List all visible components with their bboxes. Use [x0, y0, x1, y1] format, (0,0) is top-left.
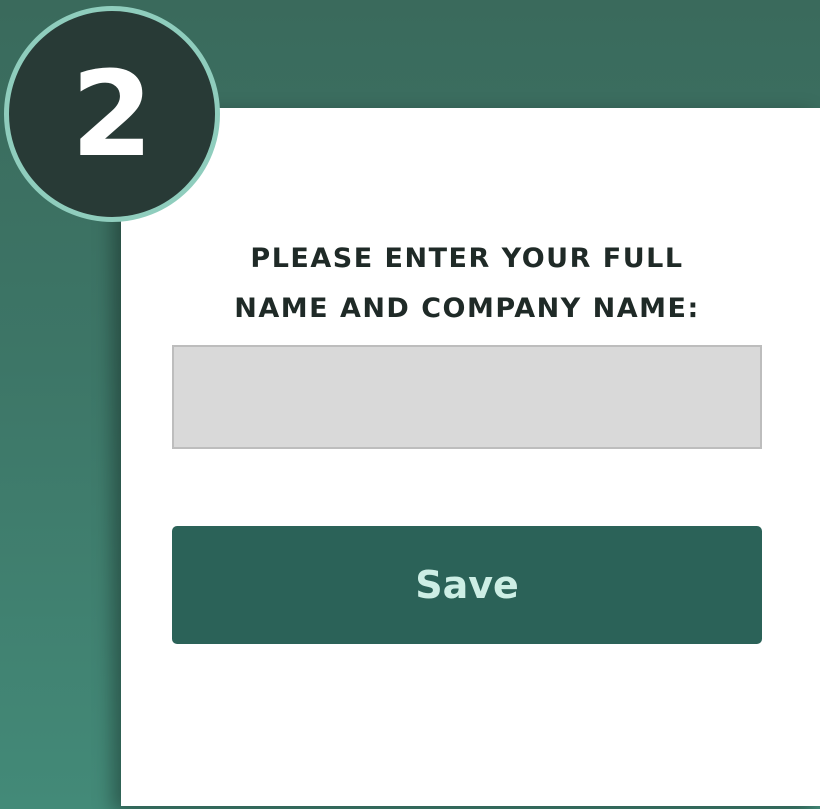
step-number-badge: 2	[4, 6, 220, 222]
save-button[interactable]: Save	[172, 526, 762, 644]
form-card: PLEASE ENTER YOUR FULL NAME AND COMPANY …	[121, 108, 820, 806]
full-name-company-input[interactable]	[172, 345, 762, 449]
form-prompt: PLEASE ENTER YOUR FULL NAME AND COMPANY …	[172, 234, 762, 334]
form-prompt-line-2: NAME AND COMPANY NAME:	[234, 293, 700, 324]
step-number: 2	[70, 45, 154, 183]
form-prompt-line-1: PLEASE ENTER YOUR FULL	[250, 243, 684, 274]
